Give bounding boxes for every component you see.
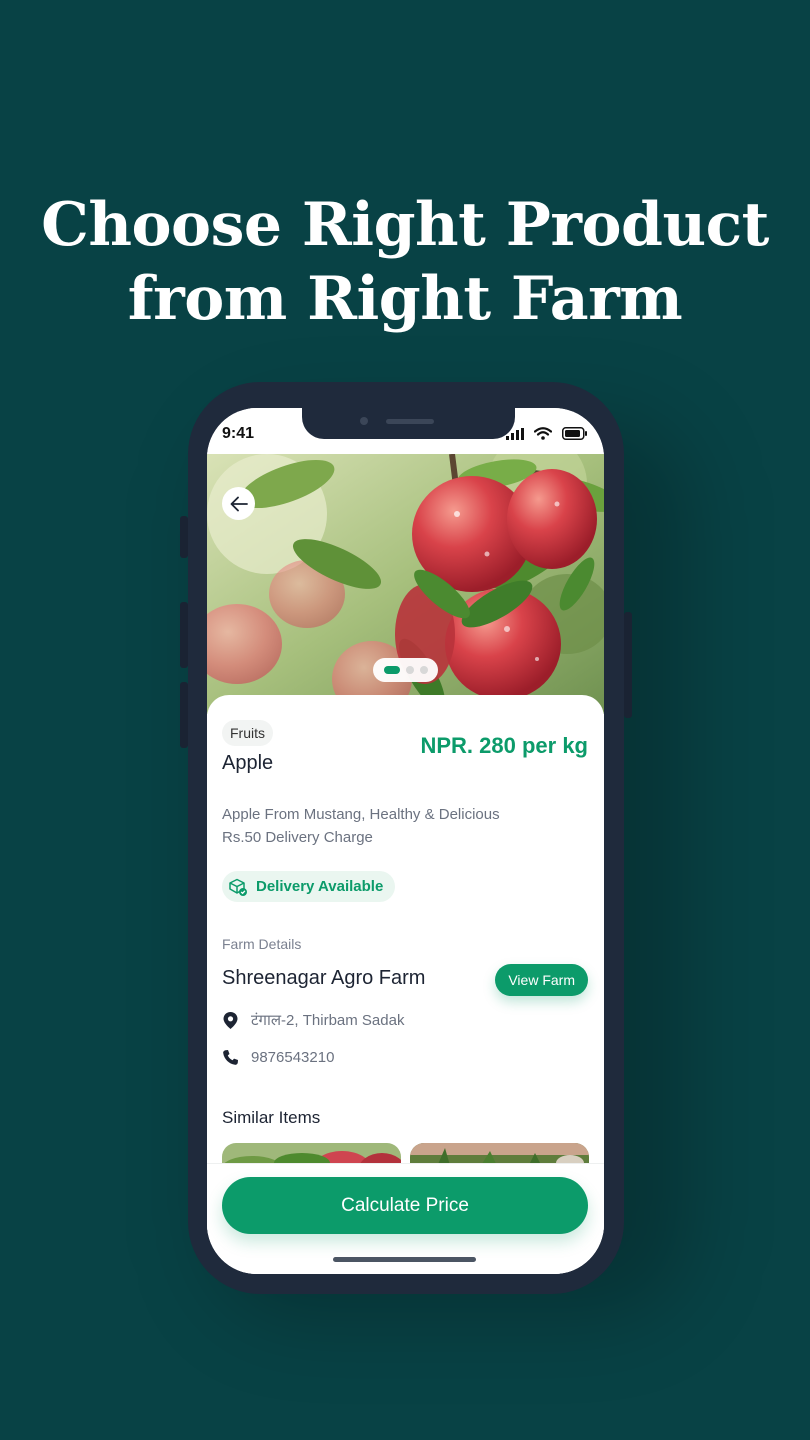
category-chip: Fruits [222, 720, 273, 746]
carousel-dot[interactable] [405, 666, 414, 674]
carousel-dot-active[interactable] [383, 666, 400, 674]
phone-notch [302, 408, 515, 439]
farm-phone-row: 9876543210 [222, 1049, 334, 1066]
description-line: Apple From Mustang, Healthy & Delicious [222, 806, 500, 823]
carousel-indicator [373, 658, 438, 682]
headline-line-1: Choose Right Product [41, 190, 769, 260]
front-camera [360, 417, 368, 425]
product-description: Apple From Mustang, Healthy & Delicious … [222, 803, 500, 849]
phone-side-button [180, 682, 188, 748]
farm-address: टंगाल-2, Thirbam Sadak [251, 1012, 405, 1029]
description-line: Rs.50 Delivery Charge [222, 829, 373, 846]
delivery-badge: Delivery Available [222, 871, 396, 902]
battery-icon [562, 427, 587, 440]
headline-line-2: from Right Farm [127, 264, 683, 334]
back-arrow-icon [230, 496, 248, 511]
farm-address-row: टंगाल-2, Thirbam Sadak [222, 1010, 404, 1030]
phone-side-button [624, 612, 632, 718]
phone-side-button [180, 516, 188, 558]
product-name: Apple [222, 752, 274, 774]
product-image-carousel[interactable] [207, 454, 604, 714]
home-indicator [333, 1257, 476, 1262]
phone-icon [223, 1050, 238, 1065]
location-pin-icon [223, 1011, 238, 1029]
similar-items-title: Similar Items [222, 1108, 321, 1127]
farm-name: Shreenagar Agro Farm [222, 967, 426, 989]
status-icons [506, 427, 588, 440]
product-price: NPR. 280 per kg [420, 733, 588, 758]
farm-phone[interactable]: 9876543210 [251, 1049, 334, 1066]
wifi-icon [534, 427, 552, 440]
calculate-price-button[interactable]: Calculate Price [222, 1177, 588, 1234]
view-farm-button[interactable]: View Farm [495, 964, 588, 996]
farm-details-label: Farm Details [222, 936, 302, 952]
marketing-headline: Choose Right Product from Right Farm [0, 188, 810, 336]
back-button[interactable] [222, 487, 255, 520]
carousel-dot[interactable] [419, 666, 428, 674]
phone-side-button [180, 602, 188, 668]
delivery-badge-label: Delivery Available [256, 878, 384, 895]
status-time: 9:41 [222, 425, 255, 442]
delivery-box-icon [229, 878, 247, 896]
phone-screen: 9:41 Fruits Apple NPR. 280 per kg Apple … [207, 408, 604, 1274]
earpiece-speaker [386, 419, 434, 424]
